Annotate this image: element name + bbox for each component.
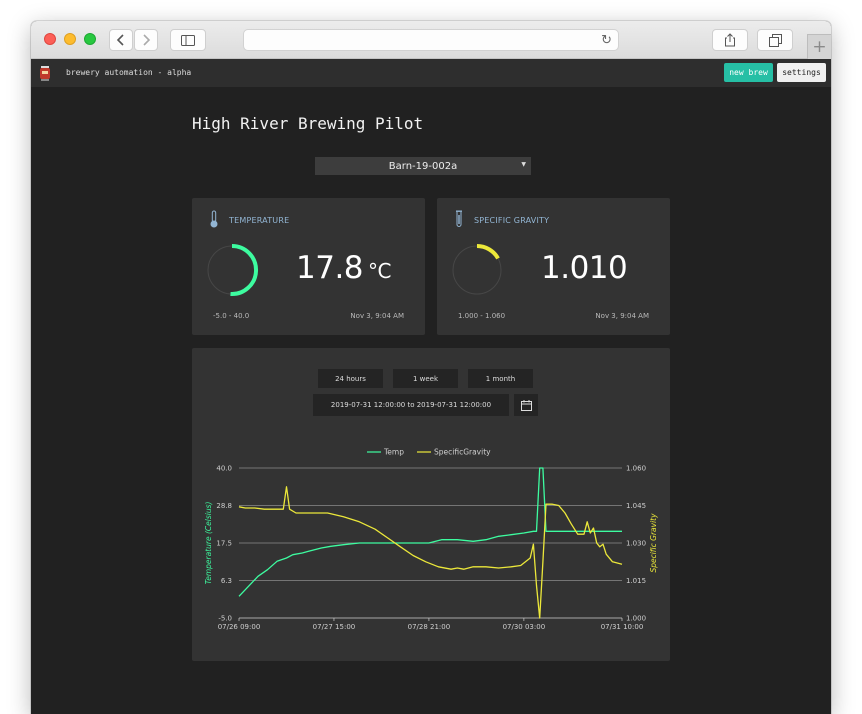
brewery-logo-icon <box>40 66 50 81</box>
temperature-card: TEMPERATURE 17.8 °C -5.0 - 40.0 Nov 3, 9:… <box>192 198 425 335</box>
gravity-label: SPECIFIC GRAVITY <box>474 216 550 225</box>
temperature-range: -5.0 - 40.0 <box>213 312 250 320</box>
temperature-unit: °C <box>368 259 391 283</box>
brew-select-value: Barn-19-002a <box>388 160 458 172</box>
gravity-value: 1.010 <box>541 250 628 286</box>
gravity-gauge <box>452 244 502 295</box>
y-right-tick-label: 1.000 <box>626 615 646 623</box>
gravity-timestamp: Nov 3, 9:04 AM <box>595 312 649 320</box>
y-right-tick-label: 1.030 <box>626 540 646 548</box>
gravity-card: SPECIFIC GRAVITY 1.010 1.000 - 1.060 Nov… <box>437 198 670 335</box>
chevron-left-icon <box>116 34 124 46</box>
x-tick-label: 07/28 21:00 <box>408 623 451 631</box>
temperature-gauge <box>207 244 259 296</box>
x-tick-label: 07/30 03:00 <box>503 623 546 631</box>
temperature-timestamp: Nov 3, 9:04 AM <box>350 312 404 320</box>
caret-down-icon: ▼ <box>521 161 526 168</box>
y-left-tick-label: 40.0 <box>216 465 232 473</box>
history-chart: 40.0 1.060 28.8 1.045 17.5 1.030 6.3 1.015 -5.0 1… <box>204 448 658 632</box>
new-brew-button[interactable]: new brew <box>724 63 773 82</box>
temperature-label: TEMPERATURE <box>229 216 290 225</box>
browser-titlebar: ↻ + <box>31 21 831 59</box>
new-tab-button[interactable]: + <box>807 34 831 59</box>
share-button[interactable] <box>712 29 748 51</box>
address-bar[interactable]: ↻ <box>243 29 619 51</box>
temperature-value: 17.8 <box>296 250 364 286</box>
y-left-tick-label: 17.5 <box>216 540 232 548</box>
back-button[interactable] <box>109 29 133 51</box>
x-tick-label: 07/31 10:00 <box>601 623 644 631</box>
legend-label-gravity: SpecificGravity <box>434 448 491 457</box>
legend-label-temp: Temp <box>383 448 404 457</box>
page-title: High River Brewing Pilot <box>192 114 424 133</box>
share-icon <box>725 33 735 47</box>
plus-icon: + <box>812 37 827 57</box>
close-window-button[interactable] <box>44 33 56 45</box>
reload-icon[interactable]: ↻ <box>601 33 612 48</box>
x-tick-label: 07/27 15:00 <box>313 623 356 631</box>
settings-button[interactable]: settings <box>777 63 826 82</box>
test-tube-icon <box>456 210 462 227</box>
y-left-tick-label: 6.3 <box>221 577 232 585</box>
sidebar-toggle-button[interactable] <box>170 29 206 51</box>
forward-button[interactable] <box>134 29 158 51</box>
history-card: 24 hours 1 week 1 month 2019-07-31 12:00… <box>192 348 670 661</box>
temp-series-line <box>238 467 622 597</box>
thermometer-icon <box>210 210 218 228</box>
x-tick-label: 07/26 09:00 <box>218 623 261 631</box>
zoom-window-button[interactable] <box>84 33 96 45</box>
temperature-gauge-arc <box>230 244 259 296</box>
browser-window: ↻ + brewery automation - alpha new brew … <box>31 21 831 714</box>
y-left-axis-label: Temperature (Celsius) <box>204 502 213 585</box>
sidebar-icon <box>181 34 195 46</box>
gravity-gauge-arc <box>476 244 500 260</box>
chevron-right-icon <box>143 34 151 46</box>
tabs-overview-button[interactable] <box>757 29 793 51</box>
app-title: brewery automation - alpha <box>66 68 192 77</box>
app-bar: brewery automation - alpha new brew sett… <box>31 59 831 87</box>
y-right-tick-label: 1.060 <box>626 465 646 473</box>
y-right-tick-label: 1.015 <box>626 577 646 585</box>
gravity-range: 1.000 - 1.060 <box>458 312 506 320</box>
y-left-tick-label: -5.0 <box>218 615 232 623</box>
y-right-tick-label: 1.045 <box>626 502 646 510</box>
gravity-series-line <box>238 486 623 619</box>
brew-select[interactable]: Barn-19-002a ▼ <box>315 157 531 175</box>
tabs-icon <box>768 33 782 47</box>
minimize-window-button[interactable] <box>64 33 76 45</box>
temperature-reading: 17.8 °C <box>296 250 391 286</box>
y-right-axis-label: Specific Gravity <box>649 513 658 573</box>
y-left-tick-label: 28.8 <box>216 502 232 510</box>
gravity-reading: 1.010 <box>541 250 628 286</box>
